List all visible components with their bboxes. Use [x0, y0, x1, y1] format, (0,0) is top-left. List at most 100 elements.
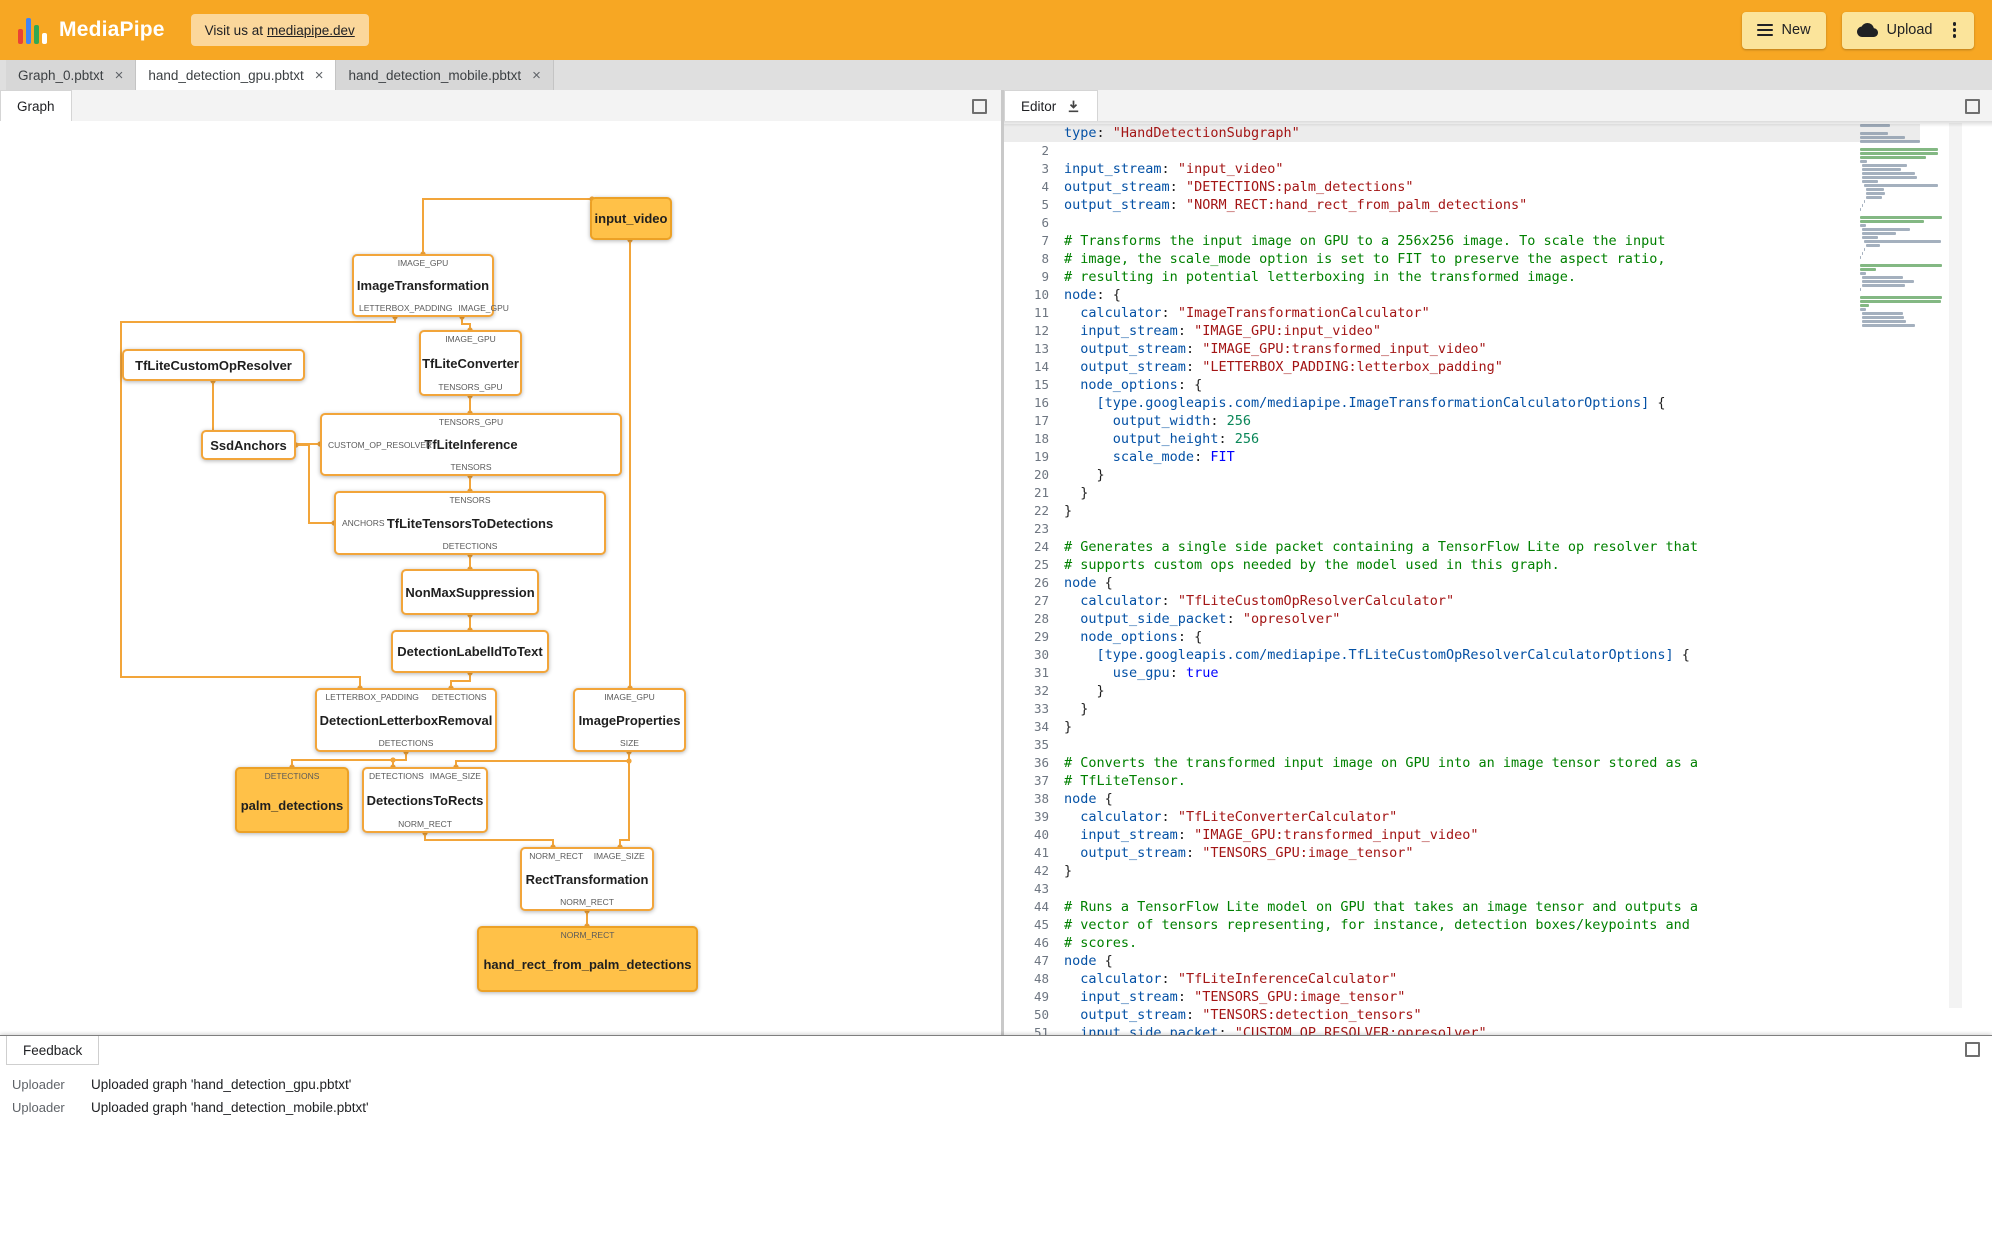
node-title: TfLiteCustomOpResolver	[135, 357, 292, 373]
port-label: LETTERBOX_PADDING	[359, 303, 453, 313]
graph-node-tflite-inference[interactable]: TENSORS_GPU CUSTOM_OP_RESOLVER TfLiteInf…	[320, 413, 622, 476]
brand-title: MediaPipe	[59, 18, 165, 41]
line-number: 17	[1033, 413, 1049, 428]
close-icon[interactable]: ×	[115, 68, 124, 83]
app-header: MediaPipe Visit us at mediapipe.dev New …	[0, 0, 1992, 60]
feedback-panel-maximize-icon[interactable]	[1965, 1042, 1980, 1057]
port-label: NORM_RECT	[560, 930, 615, 940]
file-tab-graph-0[interactable]: Graph_0.pbtxt ×	[6, 60, 137, 90]
line-number: 36	[1033, 755, 1049, 770]
code-line: output_stream: "IMAGE_GPU:transformed_in…	[1080, 341, 1487, 357]
graph-panel-tab-row: Graph	[0, 90, 1001, 122]
port-label: CUSTOM_OP_RESOLVER	[328, 439, 433, 450]
graph-panel-maximize-icon[interactable]	[972, 99, 987, 114]
new-button[interactable]: New	[1741, 11, 1826, 49]
port-label: IMAGE_GPU	[445, 334, 496, 344]
feedback-panel: Feedback Uploader Uploaded graph 'hand_d…	[0, 1035, 1992, 1242]
graph-node-rect-transformation[interactable]: NORM_RECT IMAGE_SIZE RectTransformation …	[520, 847, 654, 911]
file-tab-label: Graph_0.pbtxt	[18, 67, 104, 83]
edge-port-dot	[390, 757, 396, 763]
visit-chip[interactable]: Visit us at mediapipe.dev	[190, 14, 369, 46]
line-number: 34	[1033, 719, 1049, 734]
port-label: DETECTIONS	[431, 692, 487, 702]
port-label: TENSORS	[449, 495, 491, 505]
minimap-line	[1860, 304, 1870, 307]
line-number: 33	[1033, 701, 1049, 716]
minimap-line	[1860, 288, 1862, 291]
tab-editor[interactable]: Editor	[1004, 90, 1099, 121]
line-number: 32	[1033, 683, 1049, 698]
graph-tab-label: Graph	[17, 98, 55, 114]
file-tab-hand-detection-gpu[interactable]: hand_detection_gpu.pbtxt ×	[136, 60, 337, 90]
minimap-line	[1860, 268, 1876, 271]
port-label: TENSORS_GPU	[438, 417, 504, 427]
tab-feedback[interactable]: Feedback	[6, 1036, 100, 1065]
line-number: 3	[1041, 161, 1049, 176]
editor-panel-maximize-icon[interactable]	[1965, 99, 1980, 114]
line-number: 8	[1041, 251, 1049, 266]
code-line: output_stream: "TENSORS:detection_tensor…	[1080, 1007, 1422, 1023]
graph-node-tflite-converter[interactable]: IMAGE_GPU TfLiteConverter TENSORS_GPU	[419, 330, 522, 396]
close-icon[interactable]: ×	[532, 68, 541, 83]
minimap-line	[1862, 316, 1905, 319]
line-number: 6	[1041, 215, 1049, 230]
port-label: NORM_RECT	[529, 851, 584, 861]
node-title: RectTransformation	[525, 871, 649, 887]
graph-node-tflite-tensors-to-detections[interactable]: TENSORS ANCHORS TfLiteTensorsToDetection…	[334, 491, 606, 555]
file-tab-hand-detection-mobile[interactable]: hand_detection_mobile.pbtxt ×	[336, 60, 554, 90]
minimap[interactable]	[1860, 124, 1944, 328]
graph-canvas[interactable]: input_video IMAGE_GPU ImageTransformatio…	[0, 121, 1001, 1035]
minimap-line	[1862, 280, 1914, 283]
minimap-line	[1866, 192, 1886, 195]
feedback-entry: Uploader Uploaded graph 'hand_detection_…	[12, 1096, 1992, 1119]
upload-button[interactable]: Upload	[1841, 11, 1974, 49]
line-number: 13	[1033, 341, 1049, 356]
mediapipe-dev-link[interactable]: mediapipe.dev	[267, 23, 355, 38]
editor-scrollbar[interactable]	[1949, 123, 1962, 1008]
minimap-line	[1860, 224, 1867, 227]
download-icon[interactable]	[1066, 99, 1081, 114]
minimap-line	[1862, 180, 1878, 183]
code-line: input_stream: "TENSORS_GPU:image_tensor"	[1080, 989, 1406, 1005]
line-number: 22	[1033, 503, 1049, 518]
minimap-line	[1862, 284, 1906, 287]
graph-node-detection-label-id-to-text[interactable]: DetectionLabelIdToText	[391, 630, 549, 673]
minimap-line	[1862, 228, 1911, 231]
close-icon[interactable]: ×	[315, 68, 324, 83]
graph-node-detection-letterbox-removal[interactable]: LETTERBOX_PADDING DETECTIONS DetectionLe…	[315, 688, 497, 752]
line-number: 42	[1033, 863, 1049, 878]
graph-node-palm-detections[interactable]: DETECTIONS palm_detections	[235, 767, 349, 833]
graph-node-hand-rect-from-palm-detections[interactable]: NORM_RECT hand_rect_from_palm_detections	[477, 926, 698, 992]
code-editor[interactable]: 1 2 3 4 5 6 7 8 9 10 11 12 13 14 15 16 17 18 19 20 21 22 23 24 2…	[1004, 121, 1992, 1035]
minimap-line	[1862, 276, 1904, 279]
code-line: [type.googleapis.com/mediapipe.TfLiteCus…	[1096, 647, 1690, 663]
graph-node-image-transformation[interactable]: IMAGE_GPU ImageTransformation LETTERBOX_…	[352, 254, 509, 317]
minimap-line	[1862, 232, 1896, 235]
port-label: ANCHORS	[342, 518, 385, 528]
line-number: 7	[1041, 233, 1049, 248]
tab-graph[interactable]: Graph	[0, 90, 72, 121]
minimap-line	[1860, 148, 1938, 151]
minimap-line	[1860, 208, 1862, 211]
code-line: }	[1064, 485, 1089, 501]
more-options-kebab-icon[interactable]	[1950, 20, 1960, 40]
graph-node-ssd-anchors[interactable]: SsdAnchors	[201, 430, 296, 460]
port-label: NORM_RECT	[398, 819, 452, 829]
line-number: 24	[1033, 539, 1049, 554]
graph-node-tflite-custom-op-resolver[interactable]: TfLiteCustomOpResolver	[122, 349, 305, 381]
code-line: calculator: "ImageTransformationCalculat…	[1080, 305, 1430, 321]
graph-edge	[619, 761, 630, 847]
code-line: input_stream: "IMAGE_GPU:transformed_inp…	[1080, 827, 1479, 843]
minimap-line	[1862, 320, 1907, 323]
code-lines: type: "HandDetectionSubgraph" input_strea…	[1064, 124, 1860, 1035]
graph-node-non-max-suppression[interactable]: NonMaxSuppression	[401, 569, 539, 615]
graph-node-detections-to-rects[interactable]: DETECTIONS IMAGE_SIZE DetectionsToRects …	[362, 767, 488, 833]
node-title: ImageProperties	[578, 712, 681, 728]
mediapipe-logo-icon	[18, 16, 47, 44]
graph-panel: Graph input_video IMAGE_GPU ImageTransfo…	[0, 90, 1001, 1035]
graph-node-input-video[interactable]: input_video	[590, 197, 672, 240]
code-line: type: "HandDetectionSubgraph"	[1064, 124, 1860, 142]
graph-node-image-properties[interactable]: IMAGE_GPU ImageProperties SIZE	[573, 688, 686, 752]
